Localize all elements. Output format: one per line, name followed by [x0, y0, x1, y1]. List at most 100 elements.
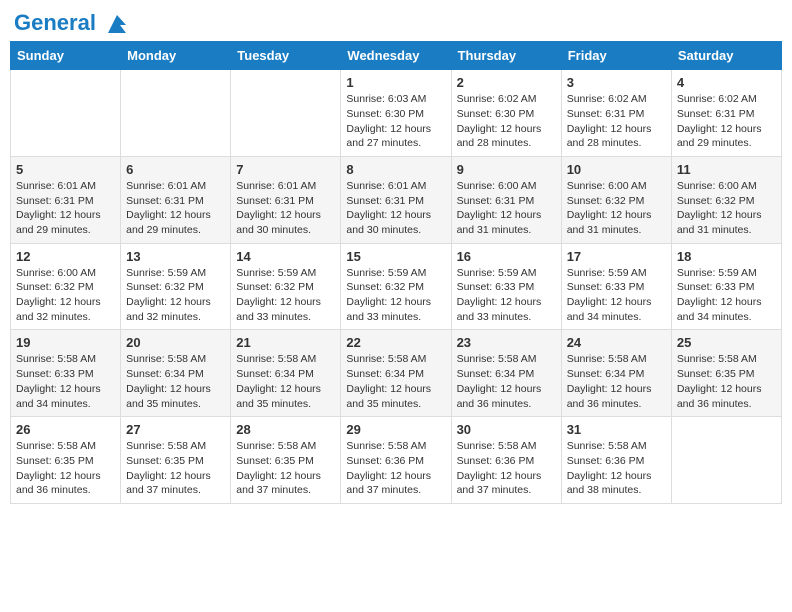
day-number: 22 [346, 335, 445, 350]
day-number: 2 [457, 75, 556, 90]
calendar-cell: 23 Sunrise: 5:58 AM Sunset: 6:34 PM Dayli… [451, 330, 561, 417]
day-number: 3 [567, 75, 666, 90]
day-number: 6 [126, 162, 225, 177]
calendar-cell: 28 Sunrise: 5:58 AM Sunset: 6:35 PM Dayli… [231, 417, 341, 504]
week-row-1: 1 Sunrise: 6:03 AM Sunset: 6:30 PM Daylig… [11, 70, 782, 157]
logo-text: General [14, 10, 130, 37]
day-number: 17 [567, 249, 666, 264]
calendar-cell: 22 Sunrise: 5:58 AM Sunset: 6:34 PM Dayli… [341, 330, 451, 417]
day-info: Sunrise: 5:58 AM Sunset: 6:34 PM Dayligh… [346, 352, 445, 411]
day-number: 31 [567, 422, 666, 437]
page-header: General [10, 10, 782, 33]
calendar-cell: 30Sunrise: 5:58 AM Sunset: 6:36 PM Dayli… [451, 417, 561, 504]
day-number: 13 [126, 249, 225, 264]
calendar-cell: 18 Sunrise: 5:59 AM Sunset: 6:33 PM Dayli… [671, 243, 781, 330]
day-info: Sunrise: 6:02 AM Sunset: 6:30 PM Dayligh… [457, 92, 556, 151]
day-info: Sunrise: 5:59 AM Sunset: 6:33 PM Dayligh… [677, 266, 776, 325]
day-info: Sunrise: 5:58 AM Sunset: 6:35 PM Dayligh… [236, 439, 335, 498]
day-number: 1 [346, 75, 445, 90]
day-info: Sunrise: 5:58 AM Sunset: 6:36 PM Dayligh… [567, 439, 666, 498]
calendar-cell: 29 Sunrise: 5:58 AM Sunset: 6:36 PM Dayli… [341, 417, 451, 504]
calendar-cell: 9 Sunrise: 6:00 AM Sunset: 6:31 PM Daylig… [451, 156, 561, 243]
day-number: 7 [236, 162, 335, 177]
calendar-cell: 8Sunrise: 6:01 AM Sunset: 6:31 PM Daylig… [341, 156, 451, 243]
calendar-cell: 7 Sunrise: 6:01 AM Sunset: 6:31 PM Daylig… [231, 156, 341, 243]
weekday-header-row: SundayMondayTuesdayWednesdayThursdayFrid… [11, 42, 782, 70]
day-number: 24 [567, 335, 666, 350]
day-number: 11 [677, 162, 776, 177]
calendar-cell: 11 Sunrise: 6:00 AM Sunset: 6:32 PM Dayli… [671, 156, 781, 243]
day-info: Sunrise: 5:58 AM Sunset: 6:35 PM Dayligh… [677, 352, 776, 411]
day-info: Sunrise: 5:58 AM Sunset: 6:36 PM Dayligh… [457, 439, 556, 498]
week-row-2: 5 Sunrise: 6:01 AM Sunset: 6:31 PM Daylig… [11, 156, 782, 243]
logo-icon [104, 11, 130, 37]
day-number: 19 [16, 335, 115, 350]
day-number: 5 [16, 162, 115, 177]
day-number: 12 [16, 249, 115, 264]
weekday-header-friday: Friday [561, 42, 671, 70]
day-number: 28 [236, 422, 335, 437]
day-number: 26 [16, 422, 115, 437]
weekday-header-wednesday: Wednesday [341, 42, 451, 70]
calendar-cell [11, 70, 121, 157]
day-info: Sunrise: 5:58 AM Sunset: 6:34 PM Dayligh… [236, 352, 335, 411]
day-info: Sunrise: 6:02 AM Sunset: 6:31 PM Dayligh… [677, 92, 776, 151]
calendar-cell [231, 70, 341, 157]
weekday-header-tuesday: Tuesday [231, 42, 341, 70]
day-info: Sunrise: 5:58 AM Sunset: 6:36 PM Dayligh… [346, 439, 445, 498]
calendar-cell: 25Sunrise: 5:58 AM Sunset: 6:35 PM Dayli… [671, 330, 781, 417]
day-info: Sunrise: 5:58 AM Sunset: 6:34 PM Dayligh… [567, 352, 666, 411]
calendar-cell: 21 Sunrise: 5:58 AM Sunset: 6:34 PM Dayli… [231, 330, 341, 417]
day-info: Sunrise: 5:58 AM Sunset: 6:34 PM Dayligh… [126, 352, 225, 411]
calendar-cell: 3 Sunrise: 6:02 AM Sunset: 6:31 PM Daylig… [561, 70, 671, 157]
day-number: 27 [126, 422, 225, 437]
day-info: Sunrise: 6:00 AM Sunset: 6:32 PM Dayligh… [677, 179, 776, 238]
day-info: Sunrise: 6:01 AM Sunset: 6:31 PM Dayligh… [126, 179, 225, 238]
calendar-cell: 4 Sunrise: 6:02 AM Sunset: 6:31 PM Daylig… [671, 70, 781, 157]
week-row-3: 12 Sunrise: 6:00 AM Sunset: 6:32 PM Dayli… [11, 243, 782, 330]
day-info: Sunrise: 5:58 AM Sunset: 6:34 PM Dayligh… [457, 352, 556, 411]
day-number: 23 [457, 335, 556, 350]
weekday-header-saturday: Saturday [671, 42, 781, 70]
calendar-cell: 17Sunrise: 5:59 AM Sunset: 6:33 PM Dayli… [561, 243, 671, 330]
day-number: 8 [346, 162, 445, 177]
day-info: Sunrise: 6:00 AM Sunset: 6:31 PM Dayligh… [457, 179, 556, 238]
day-info: Sunrise: 5:59 AM Sunset: 6:32 PM Dayligh… [126, 266, 225, 325]
day-number: 4 [677, 75, 776, 90]
calendar-cell: 5 Sunrise: 6:01 AM Sunset: 6:31 PM Daylig… [11, 156, 121, 243]
calendar-cell: 12 Sunrise: 6:00 AM Sunset: 6:32 PM Dayli… [11, 243, 121, 330]
day-info: Sunrise: 6:01 AM Sunset: 6:31 PM Dayligh… [16, 179, 115, 238]
day-info: Sunrise: 5:58 AM Sunset: 6:35 PM Dayligh… [126, 439, 225, 498]
day-number: 15 [346, 249, 445, 264]
day-info: Sunrise: 5:59 AM Sunset: 6:32 PM Dayligh… [236, 266, 335, 325]
day-number: 20 [126, 335, 225, 350]
day-number: 18 [677, 249, 776, 264]
calendar-cell: 19 Sunrise: 5:58 AM Sunset: 6:33 PM Dayli… [11, 330, 121, 417]
day-number: 16 [457, 249, 556, 264]
day-info: Sunrise: 5:59 AM Sunset: 6:32 PM Dayligh… [346, 266, 445, 325]
day-number: 21 [236, 335, 335, 350]
day-number: 10 [567, 162, 666, 177]
calendar-cell: 16 Sunrise: 5:59 AM Sunset: 6:33 PM Dayli… [451, 243, 561, 330]
week-row-4: 19 Sunrise: 5:58 AM Sunset: 6:33 PM Dayli… [11, 330, 782, 417]
calendar-cell [671, 417, 781, 504]
calendar-cell: 2 Sunrise: 6:02 AM Sunset: 6:30 PM Daylig… [451, 70, 561, 157]
day-info: Sunrise: 6:02 AM Sunset: 6:31 PM Dayligh… [567, 92, 666, 151]
calendar-table: SundayMondayTuesdayWednesdayThursdayFrid… [10, 41, 782, 504]
day-info: Sunrise: 6:00 AM Sunset: 6:32 PM Dayligh… [567, 179, 666, 238]
calendar-cell: 20 Sunrise: 5:58 AM Sunset: 6:34 PM Dayli… [121, 330, 231, 417]
day-info: Sunrise: 5:58 AM Sunset: 6:35 PM Dayligh… [16, 439, 115, 498]
day-number: 9 [457, 162, 556, 177]
weekday-header-thursday: Thursday [451, 42, 561, 70]
calendar-cell: 27 Sunrise: 5:58 AM Sunset: 6:35 PM Dayli… [121, 417, 231, 504]
weekday-header-sunday: Sunday [11, 42, 121, 70]
week-row-5: 26 Sunrise: 5:58 AM Sunset: 6:35 PM Dayli… [11, 417, 782, 504]
calendar-cell: 26 Sunrise: 5:58 AM Sunset: 6:35 PM Dayli… [11, 417, 121, 504]
day-number: 29 [346, 422, 445, 437]
day-info: Sunrise: 6:03 AM Sunset: 6:30 PM Dayligh… [346, 92, 445, 151]
day-info: Sunrise: 6:00 AM Sunset: 6:32 PM Dayligh… [16, 266, 115, 325]
day-info: Sunrise: 6:01 AM Sunset: 6:31 PM Dayligh… [236, 179, 335, 238]
calendar-cell: 1 Sunrise: 6:03 AM Sunset: 6:30 PM Daylig… [341, 70, 451, 157]
day-info: Sunrise: 5:59 AM Sunset: 6:33 PM Dayligh… [457, 266, 556, 325]
day-info: Sunrise: 5:58 AM Sunset: 6:33 PM Dayligh… [16, 352, 115, 411]
